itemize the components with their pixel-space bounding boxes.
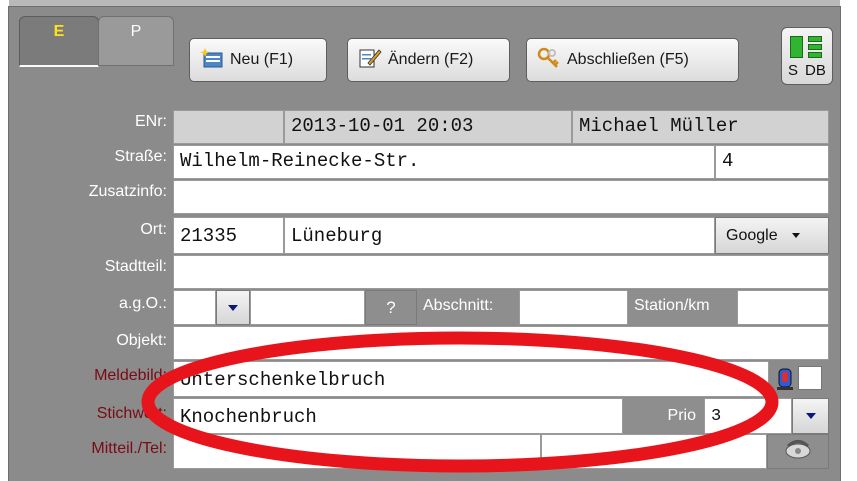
- object-input[interactable]: [173, 326, 829, 360]
- phone-icon: [783, 437, 813, 466]
- message-label: Mitteil./Tel:: [91, 440, 167, 457]
- station-input[interactable]: [737, 290, 829, 325]
- report-label: Meldebild:: [94, 367, 167, 384]
- ago-dropdown-button[interactable]: [216, 290, 250, 325]
- zip-input[interactable]: 21335: [173, 217, 284, 254]
- new-button-label: Neu (F1): [230, 51, 294, 68]
- status-db-label: DB: [805, 62, 826, 79]
- district-input[interactable]: [173, 255, 829, 289]
- extra-info-input[interactable]: [173, 180, 829, 214]
- city-input[interactable]: Lüneburg: [284, 217, 715, 254]
- enr-datetime-field: 2013-10-01 20:03: [284, 110, 572, 144]
- edit-button[interactable]: Ändern (F2): [347, 38, 510, 82]
- street-label: Straße:: [114, 148, 167, 165]
- section-input[interactable]: [519, 290, 628, 325]
- enr-user-field: Michael Müller: [572, 110, 829, 144]
- siren-icon: [776, 367, 794, 396]
- partial-bottom-label: —: [55, 472, 69, 481]
- object-label: Objekt:: [116, 332, 167, 349]
- status-db-icon: [808, 36, 822, 58]
- station-label: Station/km: [628, 290, 737, 325]
- chevron-down-icon: [805, 413, 816, 419]
- tab-e[interactable]: E: [19, 16, 99, 67]
- prio-dropdown-button[interactable]: [792, 398, 829, 434]
- chevron-down-icon: [228, 304, 238, 311]
- edit-pencil-icon: [358, 47, 382, 74]
- district-label: Stadtteil:: [104, 258, 167, 275]
- message-input[interactable]: [173, 434, 541, 469]
- keyword-label: Stichwort:: [96, 405, 167, 422]
- help-button[interactable]: ?: [365, 290, 417, 325]
- phone-button[interactable]: [767, 434, 829, 469]
- status-s-icon: [790, 36, 803, 58]
- keys-icon: [537, 47, 561, 74]
- extra-info-label: Zusatzinfo:: [88, 183, 167, 200]
- report-input[interactable]: Unterschenkelbruch: [173, 361, 769, 397]
- google-map-dropdown[interactable]: Google: [715, 217, 829, 254]
- report-checkbox[interactable]: [798, 366, 822, 390]
- close-mission-button[interactable]: Abschließen (F5): [526, 38, 739, 82]
- place-label: Ort:: [140, 221, 167, 238]
- ago-text-field[interactable]: [250, 290, 365, 325]
- ago-label: a.g.O.:: [118, 295, 167, 312]
- street-input[interactable]: Wilhelm-Reinecke-Str.: [173, 145, 715, 179]
- keyword-input[interactable]: Knochenbruch: [173, 398, 623, 434]
- house-number-input[interactable]: 4: [715, 145, 829, 179]
- status-s-label: S: [788, 62, 799, 79]
- edit-button-label: Ändern (F2): [388, 51, 474, 68]
- prio-label: Prio: [623, 398, 704, 434]
- section-label: Abschnitt:: [417, 290, 519, 325]
- new-button[interactable]: Neu (F1): [189, 38, 327, 82]
- phone-input[interactable]: [541, 434, 767, 469]
- prio-select[interactable]: 3: [704, 398, 792, 434]
- tab-p[interactable]: P: [98, 16, 174, 66]
- ago-select-field[interactable]: [173, 290, 216, 325]
- connection-status-indicator: S DB: [781, 27, 833, 85]
- close-mission-button-label: Abschließen (F5): [567, 51, 689, 68]
- chevron-down-icon: [791, 233, 800, 238]
- enr-number-field[interactable]: [173, 110, 284, 144]
- google-map-dropdown-label: Google: [726, 226, 778, 244]
- new-document-icon: [200, 47, 224, 74]
- enr-label: ENr:: [135, 113, 167, 130]
